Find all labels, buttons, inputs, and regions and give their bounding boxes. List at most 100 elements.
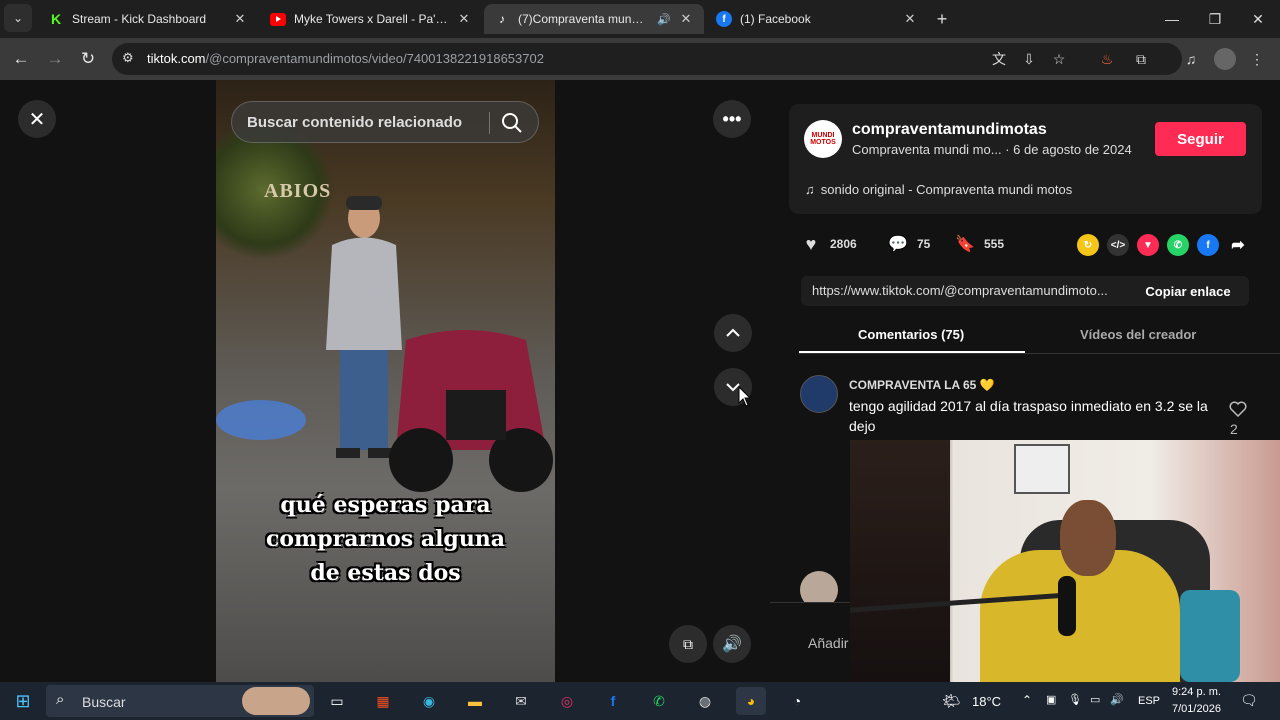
reload-button[interactable]: ↻ bbox=[75, 46, 101, 72]
video-link-text: https://www.tiktok.com/@compraventamundi… bbox=[812, 283, 1108, 298]
tab-kick[interactable]: K Stream - Kick Dashboard ✕ bbox=[38, 4, 258, 34]
tab-comments[interactable]: Comentarios (75) bbox=[858, 327, 964, 342]
clock-date[interactable]: 7/01/2026 bbox=[1172, 703, 1221, 715]
post-info-card: MUNDI MOTOS compraventamundimotas Comprav… bbox=[789, 104, 1262, 214]
extension-flame-icon[interactable]: ♨ bbox=[1096, 48, 1118, 70]
copy-link-button[interactable]: Copiar enlace bbox=[1127, 276, 1249, 306]
speaker-icon[interactable]: 🔊 bbox=[656, 13, 672, 26]
menu-kebab-icon[interactable]: ⋮ bbox=[1246, 48, 1268, 70]
chevron-up-icon bbox=[726, 328, 740, 337]
share-arrow-icon[interactable]: ➦ bbox=[1227, 234, 1249, 256]
windows-taskbar: ⊞ ⌕ Buscar ▭ ▦ ◉ ▬ ✉ ◎ f ✆ ◍ ◕ ◔ 🌤 18°C … bbox=[0, 682, 1280, 720]
mouse-cursor-icon bbox=[738, 386, 752, 407]
heart-icon: ♥ bbox=[805, 233, 817, 254]
close-video-button[interactable]: ✕ bbox=[18, 100, 56, 138]
windows-start-icon[interactable]: ⊞ bbox=[8, 687, 38, 715]
music-note-icon: ♫ bbox=[805, 182, 815, 197]
weather-temp[interactable]: 18°C bbox=[972, 694, 1001, 709]
tab-search-button[interactable]: ⌄ bbox=[4, 4, 32, 32]
new-tab-button[interactable]: + bbox=[920, 0, 964, 38]
author-subline: Compraventa mundi mo... · 6 de agosto de… bbox=[852, 142, 1132, 157]
volume-button[interactable]: 🔊 bbox=[713, 625, 751, 663]
bookmark-icon: 🔖 bbox=[955, 236, 975, 253]
more-options-button[interactable]: ••• bbox=[713, 100, 751, 138]
video-caption: qué esperas para comprarnos alguna de es… bbox=[265, 492, 506, 586]
commenter-name[interactable]: COMPRAVENTA LA 65 💛 bbox=[849, 378, 995, 392]
video-player[interactable]: ABIOS qué esperas para comprarnos alguna… bbox=[216, 80, 555, 682]
forward-button[interactable]: → bbox=[42, 46, 68, 72]
tab-tiktok[interactable]: ♪ (7)Compraventa mundi motos 🔊 ✕ bbox=[484, 4, 704, 34]
bookmark-star-icon[interactable]: ☆ bbox=[1048, 48, 1070, 70]
related-search-input[interactable]: Buscar contenido relacionado bbox=[231, 101, 539, 143]
profile-avatar[interactable] bbox=[1214, 48, 1236, 70]
webcam-head bbox=[1060, 500, 1116, 576]
task-view-icon[interactable]: ▭ bbox=[322, 687, 352, 715]
volume-tray-icon[interactable]: 🔊 bbox=[1110, 693, 1124, 706]
music-link[interactable]: ♫ sonido original - Compraventa mundi mot… bbox=[805, 182, 1072, 197]
facebook-app-icon[interactable]: f bbox=[598, 687, 628, 715]
streaming-app-icon[interactable]: ◔ bbox=[782, 687, 812, 715]
microsoft-store-icon[interactable]: ▦ bbox=[368, 687, 398, 715]
file-explorer-icon[interactable]: ▬ bbox=[460, 687, 490, 715]
weather-icon[interactable]: 🌤 bbox=[942, 692, 961, 710]
instagram-icon[interactable]: ◎ bbox=[552, 687, 582, 715]
back-button[interactable]: ← bbox=[8, 46, 34, 72]
close-tab-icon[interactable]: ✕ bbox=[678, 11, 694, 27]
translate-icon[interactable]: 文 bbox=[988, 48, 1010, 70]
show-hidden-icons[interactable]: ⌃ bbox=[1022, 693, 1032, 707]
repost-icon[interactable]: ↻ bbox=[1077, 234, 1099, 256]
install-app-icon[interactable]: ⇩ bbox=[1018, 48, 1040, 70]
browser-tab-strip: ⌄ K Stream - Kick Dashboard ✕ Myke Tower… bbox=[0, 0, 1280, 38]
taskbar-search-input[interactable]: ⌕ Buscar bbox=[46, 685, 314, 717]
author-avatar[interactable]: MUNDI MOTOS bbox=[804, 120, 842, 158]
close-tab-icon[interactable]: ✕ bbox=[232, 11, 248, 27]
tab-facebook[interactable]: f (1) Facebook ✕ bbox=[706, 4, 928, 34]
chrome-icon[interactable]: ◕ bbox=[736, 687, 766, 715]
restore-button[interactable]: ❐ bbox=[1193, 0, 1237, 38]
video-scooter bbox=[389, 330, 553, 492]
clock-time[interactable]: 9:24 p. m. bbox=[1172, 686, 1221, 698]
close-window-button[interactable]: ✕ bbox=[1236, 0, 1280, 38]
mail-icon[interactable]: ✉ bbox=[506, 687, 536, 715]
tray-app-icon[interactable]: ▣ bbox=[1046, 693, 1056, 706]
embed-code-icon[interactable]: </> bbox=[1107, 234, 1129, 256]
tab-youtube[interactable]: Myke Towers x Darell - Pa' La Pé ✕ bbox=[260, 4, 482, 34]
youtube-icon bbox=[270, 12, 286, 26]
commenter-avatar[interactable] bbox=[800, 375, 838, 413]
like-button[interactable]: ♥ 2806 bbox=[800, 232, 857, 256]
webcam-cyan-object bbox=[1180, 590, 1240, 682]
follow-button[interactable]: Seguir bbox=[1155, 122, 1246, 156]
whatsapp-app-icon[interactable]: ✆ bbox=[644, 687, 674, 715]
search-icon: ⌕ bbox=[56, 691, 65, 708]
previous-video-button[interactable] bbox=[714, 314, 752, 352]
tiktok-icon: ♪ bbox=[499, 12, 505, 26]
minimize-button[interactable]: — bbox=[1150, 0, 1194, 38]
comment-heart-icon[interactable] bbox=[1228, 401, 1248, 422]
close-tab-icon[interactable]: ✕ bbox=[902, 11, 918, 27]
author-name[interactable]: compraventamundimotas bbox=[852, 121, 1047, 139]
tab-creator-videos[interactable]: Vídeos del creador bbox=[1080, 327, 1196, 342]
language-indicator[interactable]: ESP bbox=[1138, 695, 1160, 707]
obs-icon[interactable]: ◍ bbox=[690, 687, 720, 715]
microphone-icon[interactable]: 🎙 bbox=[1068, 693, 1082, 706]
picture-in-picture-button[interactable]: ⧉ bbox=[669, 625, 707, 663]
network-icon[interactable]: ▭ bbox=[1090, 693, 1100, 706]
extensions-puzzle-icon[interactable]: ⧉ bbox=[1130, 48, 1152, 70]
search-icon[interactable] bbox=[500, 111, 524, 135]
notifications-icon[interactable]: 🗨 bbox=[1240, 692, 1258, 709]
site-info-icon[interactable]: ⚙ bbox=[122, 50, 134, 66]
tab-divider bbox=[799, 353, 1280, 354]
comment-button[interactable]: 💬 75 bbox=[887, 232, 930, 256]
kick-icon: K bbox=[50, 11, 62, 27]
edge-icon[interactable]: ◉ bbox=[414, 687, 444, 715]
facebook-share-icon[interactable]: f bbox=[1197, 234, 1219, 256]
send-to-friends-icon[interactable]: ▼ bbox=[1137, 234, 1159, 256]
search-highlight-image bbox=[242, 687, 310, 715]
media-control-icon[interactable]: ♫ bbox=[1180, 48, 1202, 70]
comment-text: tengo agilidad 2017 al día traspaso inme… bbox=[849, 398, 1208, 434]
browser-toolbar: ← → ↻ ⚙ tiktok.com/@compraventamundimoto… bbox=[0, 38, 1280, 80]
whatsapp-icon[interactable]: ✆ bbox=[1167, 234, 1189, 256]
save-button[interactable]: 🔖 555 bbox=[954, 232, 1004, 256]
close-tab-icon[interactable]: ✕ bbox=[456, 11, 472, 27]
address-bar[interactable]: ⚙ tiktok.com/@compraventamundimotos/vide… bbox=[112, 43, 1182, 75]
